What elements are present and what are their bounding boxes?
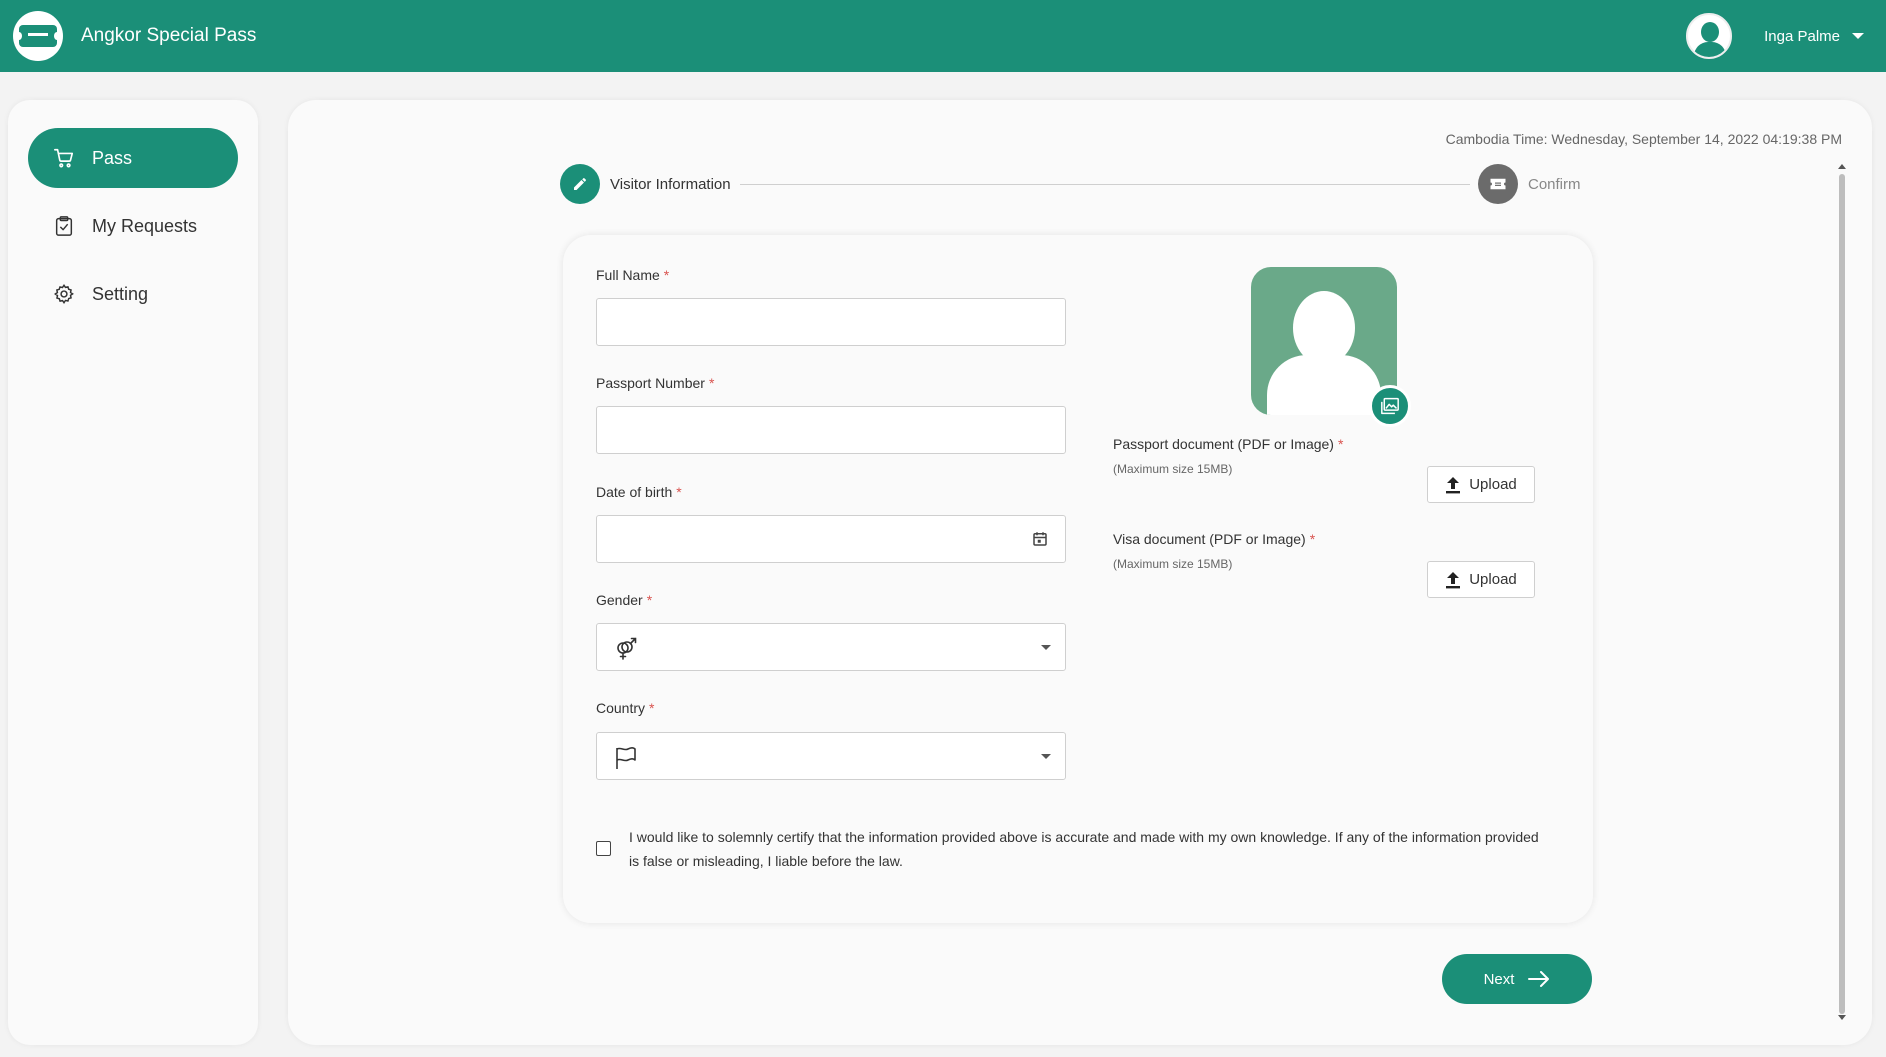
passport-number-input[interactable] [596, 406, 1066, 454]
country-label: Country * [596, 700, 655, 716]
clipboard-icon [52, 214, 76, 238]
app-title: Angkor Special Pass [81, 25, 257, 46]
next-button[interactable]: Next [1442, 954, 1592, 1004]
passport-document-label: Passport document (PDF or Image) * [1113, 436, 1344, 452]
gear-icon [52, 282, 76, 306]
calendar-icon[interactable] [1031, 530, 1049, 553]
visa-upload-button[interactable]: Upload [1427, 561, 1535, 598]
pencil-icon [560, 164, 600, 204]
main-panel: Cambodia Time: Wednesday, September 14, … [288, 100, 1872, 1045]
full-name-input[interactable] [596, 298, 1066, 346]
step-label: Confirm [1528, 175, 1581, 193]
scroll-up-icon[interactable] [1838, 164, 1846, 169]
scrollbar[interactable] [1836, 162, 1848, 1022]
date-of-birth-label: Date of birth * [596, 484, 682, 500]
visa-document-hint: (Maximum size 15MB) [1113, 557, 1233, 571]
user-name[interactable]: Inga Palme [1764, 28, 1840, 45]
chevron-down-icon[interactable] [1852, 33, 1864, 39]
ticket-icon [1478, 164, 1518, 204]
passport-document-hint: (Maximum size 15MB) [1113, 462, 1233, 476]
full-name-label: Full Name * [596, 267, 670, 283]
sidebar-item-setting[interactable]: Setting [28, 264, 238, 324]
cambodia-time: Cambodia Time: Wednesday, September 14, … [1445, 131, 1842, 147]
scroll-down-icon[interactable] [1838, 1015, 1846, 1020]
user-menu[interactable]: Inga Palme [1686, 0, 1864, 72]
avatar[interactable] [1686, 13, 1733, 59]
step-label: Visitor Information [610, 175, 731, 193]
scrollbar-thumb[interactable] [1839, 174, 1845, 1014]
app-logo-icon[interactable] [13, 11, 63, 61]
gender-select[interactable] [596, 623, 1066, 671]
upload-photo-button[interactable] [1369, 385, 1411, 427]
passport-number-label: Passport Number * [596, 375, 715, 391]
sidebar-item-label: Setting [92, 283, 149, 304]
certify-checkbox[interactable] [596, 841, 611, 856]
gender-icon [613, 636, 639, 667]
arrow-right-icon [1528, 971, 1550, 987]
visa-document-label: Visa document (PDF or Image) * [1113, 531, 1316, 547]
chevron-down-icon[interactable] [1041, 645, 1051, 650]
person-silhouette-icon [1293, 291, 1355, 365]
step-visitor-information[interactable]: Visitor Information [560, 164, 731, 204]
stepper: Visitor Information Confirm [560, 164, 1590, 204]
sidebar-item-pass[interactable]: Pass [28, 128, 238, 188]
upload-icon [1446, 571, 1461, 588]
country-select[interactable] [596, 732, 1066, 780]
sidebar-item-label: Pass [92, 147, 133, 168]
visitor-form-card: Full Name * Passport Number * Date of birt… [563, 235, 1593, 923]
upload-icon [1446, 476, 1461, 493]
sidebar-item-label: My Requests [92, 215, 198, 236]
passport-upload-button[interactable]: Upload [1427, 466, 1535, 503]
flag-icon [613, 745, 639, 776]
sidebar-item-my-requests[interactable]: My Requests [28, 196, 238, 256]
certify-text: I would like to solemnly certify that th… [629, 829, 1539, 869]
image-icon [1381, 397, 1399, 415]
sidebar: Pass My Requests Setting [8, 100, 258, 1045]
cart-icon [52, 146, 76, 170]
step-confirm[interactable]: Confirm [1478, 164, 1581, 204]
stepper-line [740, 184, 1470, 185]
chevron-down-icon[interactable] [1041, 754, 1051, 759]
gender-label: Gender * [596, 592, 653, 608]
top-bar: Angkor Special Pass Inga Palme [0, 0, 1886, 72]
date-of-birth-input[interactable] [596, 515, 1066, 563]
